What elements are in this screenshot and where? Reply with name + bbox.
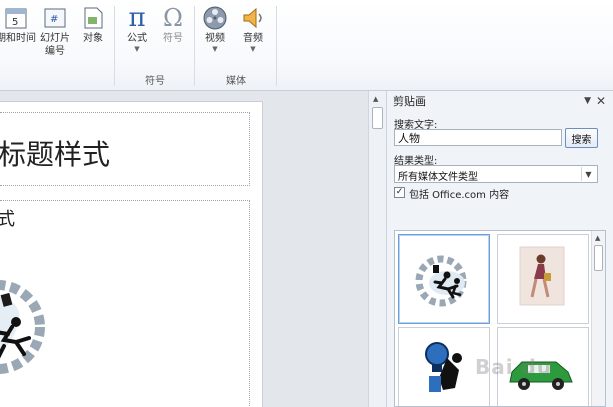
slide-number-label-2: 编号 bbox=[45, 46, 65, 57]
video-label: 视频 bbox=[205, 33, 225, 44]
group-label-symbols: 符号 bbox=[145, 76, 165, 87]
scroll-thumb[interactable] bbox=[594, 245, 603, 271]
slide-number-label-1: 幻灯片 bbox=[40, 33, 70, 44]
object-icon bbox=[78, 4, 108, 32]
scroll-up-icon[interactable]: ▲ bbox=[373, 95, 378, 103]
search-input[interactable] bbox=[394, 129, 562, 146]
close-icon[interactable]: ✕ bbox=[596, 94, 606, 108]
pi-icon: π bbox=[128, 3, 146, 33]
equation-label: 公式 bbox=[127, 33, 147, 44]
slide-scrollbar[interactable]: ▲ bbox=[368, 91, 386, 407]
clipart-result-item[interactable] bbox=[398, 234, 490, 324]
pane-options-icon[interactable]: ▼ bbox=[584, 96, 591, 106]
chevron-down-icon: ▼ bbox=[250, 45, 256, 53]
equation-button[interactable]: π 公式 ▼ bbox=[122, 4, 152, 54]
date-time-button[interactable]: 5 期和时间 bbox=[0, 4, 36, 45]
svg-text:5: 5 bbox=[12, 17, 18, 28]
ribbon: 5 期和时间 # 幻灯片 编号 对象 π 公式 ▼ Ω 符号 符号 视频 ▼ 音… bbox=[0, 0, 613, 91]
slide-body-text: 式 bbox=[0, 209, 15, 230]
group-separator bbox=[194, 6, 195, 86]
slide-number-button[interactable]: # 幻灯片 编号 bbox=[40, 4, 70, 58]
object-label: 对象 bbox=[83, 33, 103, 44]
result-type-select[interactable]: 所有媒体文件类型 ▼ bbox=[394, 165, 598, 183]
pane-header: 剪贴画 bbox=[387, 91, 613, 111]
slide[interactable]: 标题样式 式 bbox=[0, 101, 263, 407]
slide-canvas: 标题样式 式 bbox=[0, 91, 368, 407]
symbol-label: 符号 bbox=[163, 33, 183, 44]
watermark-logo: Bai du bbox=[475, 355, 553, 379]
scroll-up-icon[interactable]: ▲ bbox=[595, 234, 600, 242]
clipart-result-item[interactable] bbox=[497, 234, 589, 324]
chevron-down-icon[interactable]: ▼ bbox=[581, 167, 595, 181]
title-placeholder[interactable]: 标题样式 bbox=[0, 112, 250, 186]
group-separator bbox=[114, 6, 115, 86]
object-button[interactable]: 对象 bbox=[78, 4, 108, 45]
search-button[interactable]: 搜索 bbox=[565, 128, 598, 148]
scroll-thumb[interactable] bbox=[372, 107, 383, 129]
chevron-down-icon: ▼ bbox=[134, 45, 140, 53]
results-scrollbar[interactable]: ▲ bbox=[591, 231, 605, 406]
slide-number-icon: # bbox=[40, 4, 70, 32]
chevron-down-icon: ▼ bbox=[212, 45, 218, 53]
speaker-icon bbox=[238, 4, 268, 32]
clipart-people-gear-image bbox=[415, 255, 467, 307]
date-time-label: 期和时间 bbox=[0, 33, 36, 44]
include-office-checkbox[interactable]: ✓ bbox=[394, 187, 405, 198]
clipart-woman-photo-image bbox=[519, 246, 565, 306]
video-button[interactable]: 视频 ▼ bbox=[200, 4, 230, 54]
group-label-media: 媒体 bbox=[226, 76, 246, 87]
audio-label: 音频 bbox=[243, 33, 263, 44]
pane-title: 剪贴画 bbox=[393, 95, 426, 108]
include-office-label: 包括 Office.com 内容 bbox=[409, 190, 510, 201]
group-separator bbox=[276, 6, 277, 86]
clipart-results: ▲ bbox=[394, 230, 606, 407]
result-type-value: 所有媒体文件类型 bbox=[398, 172, 478, 183]
film-reel-icon bbox=[200, 4, 230, 32]
symbol-button[interactable]: Ω 符号 bbox=[158, 4, 188, 45]
audio-button[interactable]: 音频 ▼ bbox=[238, 4, 268, 54]
slide-title: 标题样式 bbox=[0, 138, 111, 171]
calendar-icon: 5 bbox=[1, 4, 31, 32]
inserted-clipart-image[interactable] bbox=[0, 272, 54, 382]
omega-icon: Ω bbox=[163, 4, 183, 32]
svg-text:#: # bbox=[50, 14, 58, 25]
